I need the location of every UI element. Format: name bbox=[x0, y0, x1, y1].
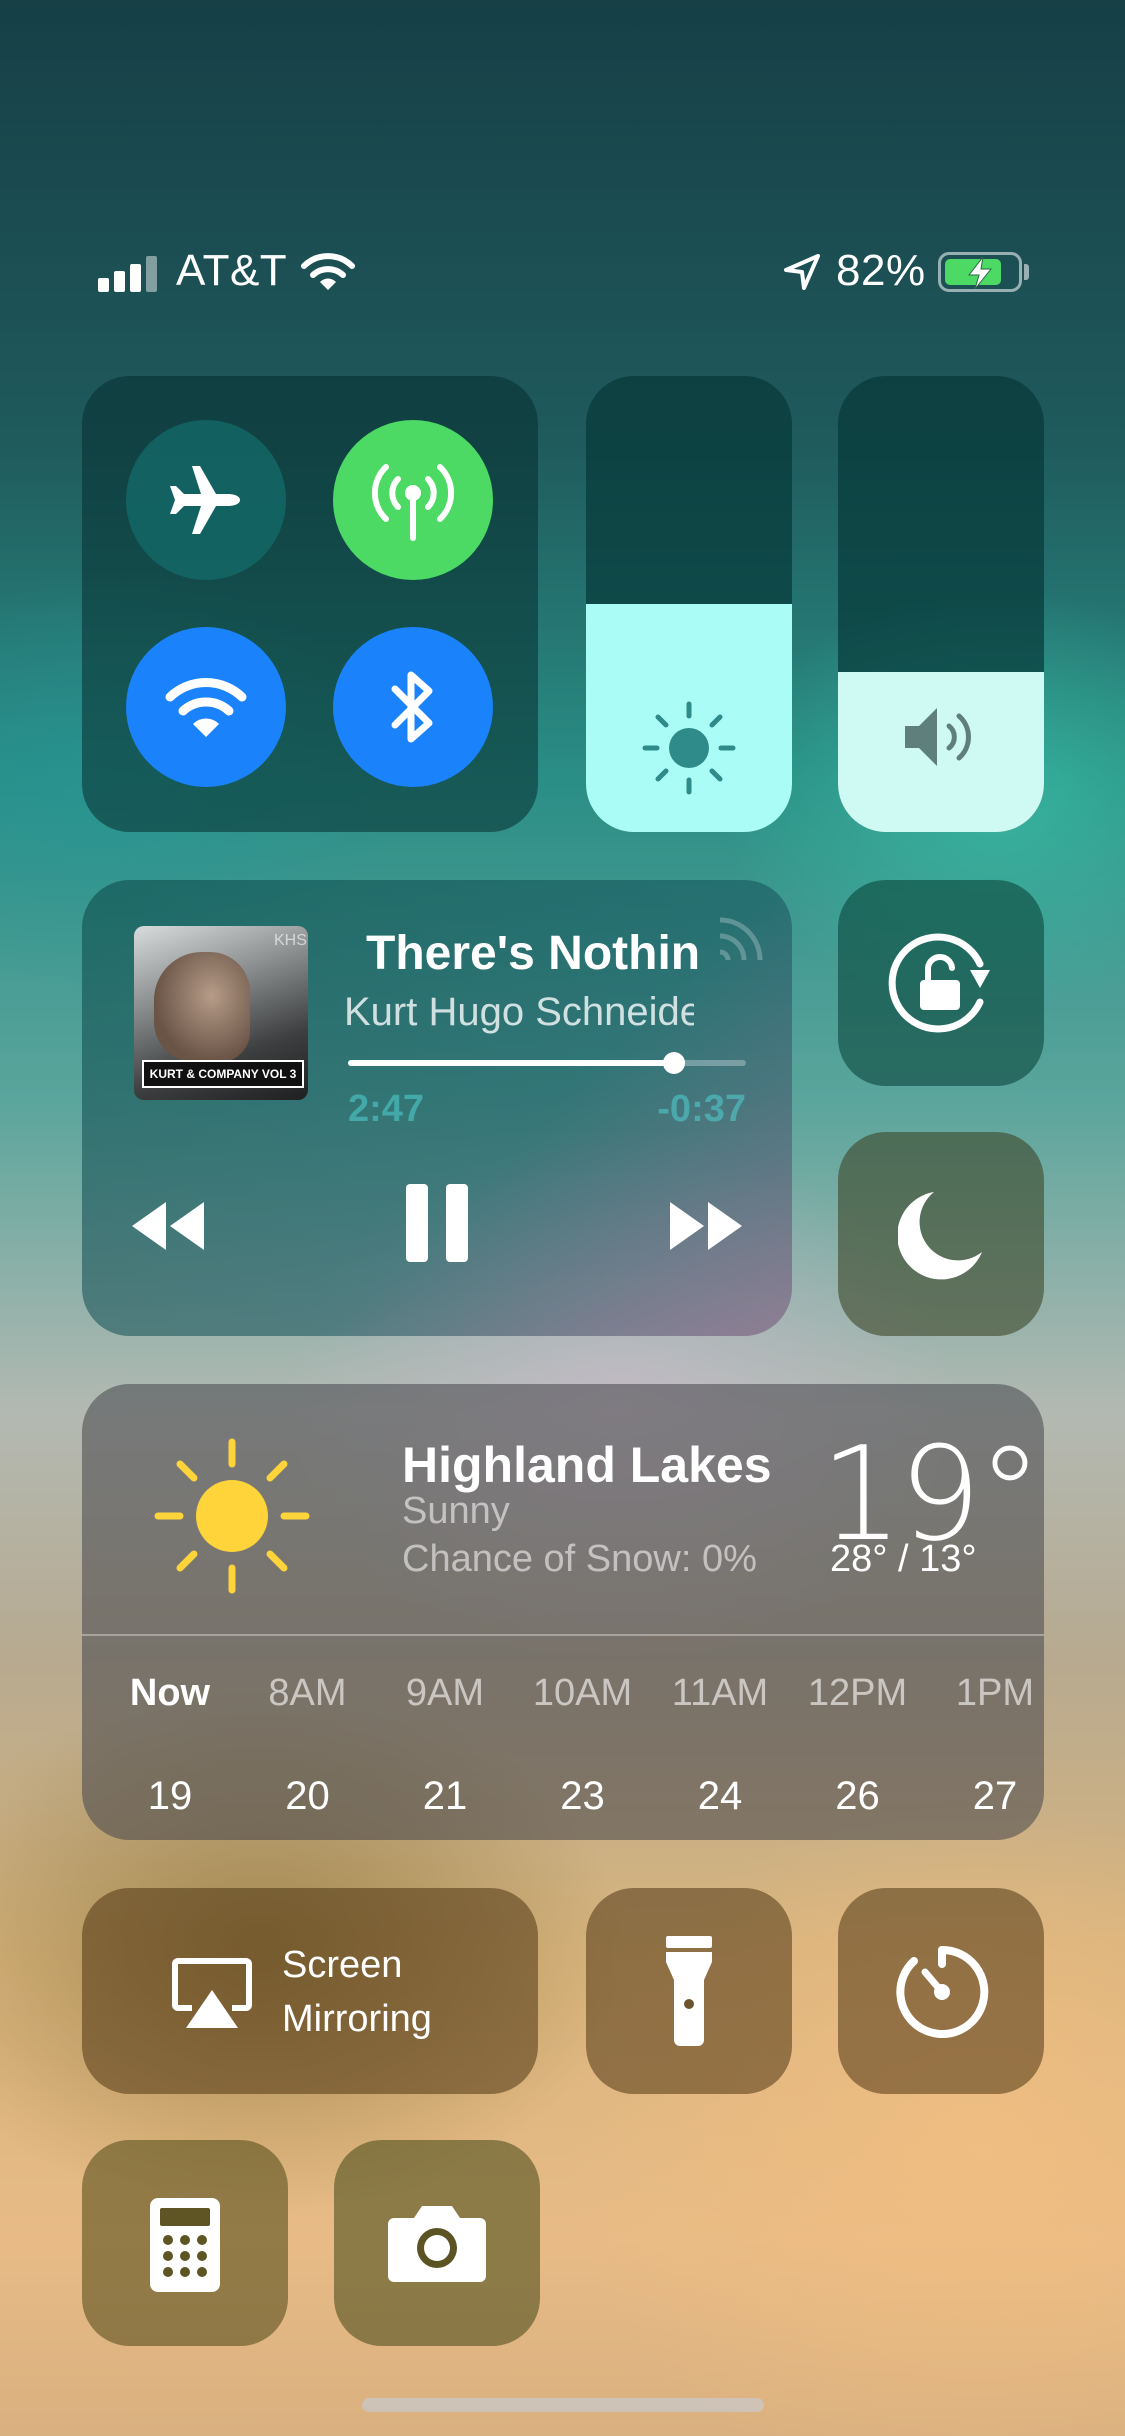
bluetooth-toggle[interactable] bbox=[333, 627, 493, 787]
wifi-icon bbox=[165, 678, 247, 737]
flashlight-button[interactable] bbox=[586, 1888, 792, 2094]
screen-mirroring-button[interactable]: Screen Mirroring bbox=[82, 1888, 538, 2094]
hour-label: Now bbox=[129, 1672, 211, 1714]
now-playing-panel: KHS KURT & COMPANY VOL 3 There's Nothin … bbox=[82, 880, 792, 1336]
speaker-icon bbox=[905, 708, 971, 766]
cellular-signal-icon bbox=[98, 256, 157, 292]
wifi-toggle[interactable] bbox=[126, 627, 286, 787]
timer-button[interactable] bbox=[838, 1888, 1044, 2094]
track-title: There's Nothin bbox=[366, 927, 701, 980]
hour-temperature: 27 bbox=[972, 1774, 1018, 1818]
timer-icon bbox=[896, 1945, 989, 2038]
orientation-lock-toggle[interactable] bbox=[838, 880, 1044, 1086]
weather-high-low: 28° / 13° bbox=[830, 1538, 977, 1580]
progress-scrubber[interactable] bbox=[663, 1052, 686, 1074]
screen-mirroring-icon bbox=[172, 1958, 252, 2028]
weather-divider bbox=[82, 1634, 1044, 1636]
rotation-lock-icon bbox=[888, 933, 990, 1033]
cellular-data-toggle[interactable] bbox=[333, 420, 493, 580]
weather-condition: Sunny bbox=[402, 1490, 510, 1532]
pause-icon[interactable] bbox=[402, 1180, 472, 1264]
album-cover-text: KURT & COMPANY VOL 3 bbox=[142, 1060, 304, 1088]
track-artist: Kurt Hugo Schneide bbox=[344, 990, 694, 1034]
battery-charging-icon bbox=[938, 252, 1022, 292]
elapsed-time: 2:47 bbox=[348, 1088, 425, 1130]
fast-forward-icon[interactable] bbox=[666, 1196, 746, 1256]
moon-icon bbox=[898, 1192, 982, 1280]
sun-icon bbox=[642, 701, 736, 795]
hour-label: 11AM bbox=[671, 1672, 769, 1714]
weather-city: Highland Lakes bbox=[402, 1437, 772, 1493]
hour-temperature: 23 bbox=[560, 1774, 605, 1818]
hour-label: 9AM bbox=[405, 1672, 485, 1714]
wifi-icon bbox=[301, 253, 355, 290]
playback-progress-bar[interactable] bbox=[348, 1052, 746, 1074]
rewind-icon[interactable] bbox=[128, 1196, 208, 1256]
brightness-slider[interactable] bbox=[586, 376, 792, 832]
cellular-antenna-icon bbox=[371, 464, 455, 541]
airplane-icon bbox=[170, 466, 240, 534]
album-badge: KHS bbox=[274, 932, 307, 949]
home-indicator[interactable] bbox=[362, 2398, 764, 2412]
weather-widget[interactable]: Highland Lakes Sunny Chance of Snow: 0% … bbox=[82, 1384, 1044, 1840]
airplane-mode-toggle[interactable] bbox=[126, 420, 286, 580]
hour-temperature: 21 bbox=[422, 1774, 468, 1818]
carrier-label: AT&T bbox=[176, 246, 288, 295]
hour-label: 10AM bbox=[532, 1672, 633, 1714]
hour-temperature: 24 bbox=[697, 1774, 743, 1818]
battery-percent: 82% bbox=[836, 246, 926, 295]
location-arrow-icon bbox=[784, 254, 820, 290]
hour-temperature: 26 bbox=[835, 1774, 880, 1818]
weather-chance: Chance of Snow: 0% bbox=[402, 1538, 757, 1580]
bluetooth-icon bbox=[391, 671, 433, 743]
screen-mirroring-label: Screen Mirroring bbox=[282, 1944, 432, 2040]
hour-temperature: 20 bbox=[285, 1774, 330, 1818]
volume-slider[interactable] bbox=[838, 376, 1044, 832]
calculator-button[interactable] bbox=[82, 2140, 288, 2346]
do-not-disturb-toggle[interactable] bbox=[838, 1132, 1044, 1336]
airplay-audio-icon[interactable] bbox=[710, 902, 770, 962]
connectivity-panel bbox=[82, 376, 538, 832]
calculator-icon bbox=[150, 2198, 220, 2292]
camera-icon bbox=[388, 2206, 486, 2282]
hour-label: 8AM bbox=[268, 1672, 347, 1714]
flashlight-icon bbox=[666, 1936, 712, 2046]
hour-temperature: 19 bbox=[147, 1774, 193, 1818]
camera-button[interactable] bbox=[334, 2140, 540, 2346]
hour-label: 12PM bbox=[807, 1672, 908, 1714]
remaining-time: -0:37 bbox=[657, 1088, 746, 1130]
sun-icon bbox=[154, 1438, 310, 1594]
hour-label: 1PM bbox=[955, 1672, 1035, 1714]
album-artwork[interactable]: KHS KURT & COMPANY VOL 3 bbox=[134, 926, 308, 1100]
